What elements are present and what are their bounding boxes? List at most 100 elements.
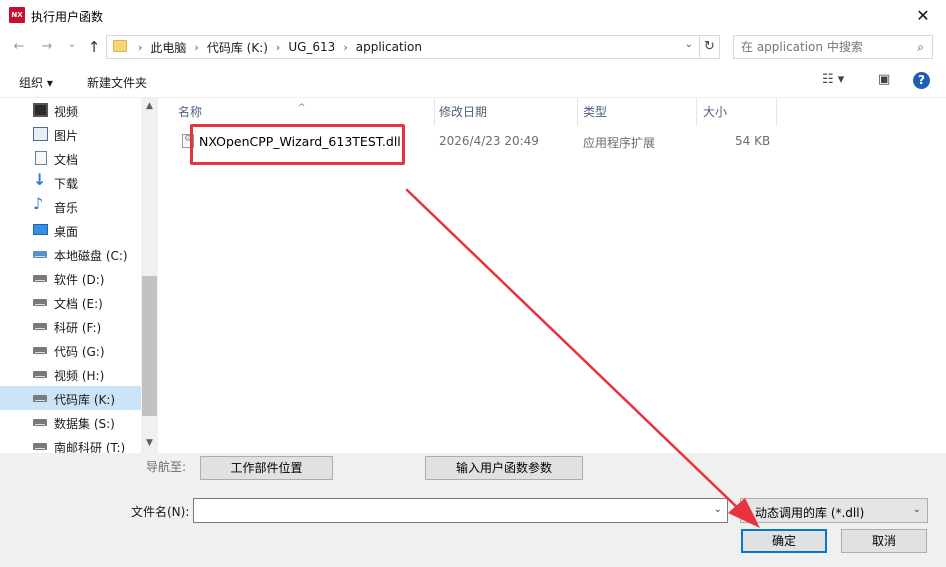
search-icon[interactable]: ⌕ <box>917 40 924 55</box>
column-header-type[interactable]: 类型 <box>563 98 697 126</box>
title-bar: NX 执行用户函数 ✕ <box>0 0 946 31</box>
cancel-button[interactable]: 取消 <box>841 529 927 553</box>
sidebar-item-label: 下载 <box>54 177 79 191</box>
sidebar-item-documents[interactable]: 文档 <box>0 146 141 170</box>
scrollbar-thumb[interactable] <box>142 276 157 416</box>
navigate-label: 导航至: <box>146 460 187 474</box>
drive-icon <box>33 419 47 426</box>
help-icon[interactable]: ? <box>913 72 930 89</box>
sidebar-item-desktop[interactable]: 桌面 <box>0 218 141 242</box>
search-input[interactable] <box>734 36 904 58</box>
sidebar-scrollbar[interactable]: ▲ ▼ <box>141 98 158 453</box>
sidebar-item-music[interactable]: ♪ 音乐 <box>0 194 141 218</box>
filename-input[interactable] <box>194 499 699 522</box>
user-function-params-button[interactable]: 输入用户函数参数 <box>425 456 583 480</box>
breadcrumb-separator-icon[interactable]: › <box>191 41 201 54</box>
sidebar-item-videos[interactable]: 视频 <box>0 98 141 122</box>
search-box[interactable]: ⌕ <box>733 35 933 59</box>
column-header-label: 名称 <box>178 105 203 119</box>
breadcrumb-separator-icon[interactable]: › <box>135 41 145 54</box>
ok-button[interactable]: 确定 <box>741 529 827 553</box>
drive-icon <box>33 299 47 306</box>
sidebar-item-label: 图片 <box>54 129 79 143</box>
scroll-down-icon[interactable]: ▼ <box>141 435 158 452</box>
toolbar: 组织 ▾ 新建文件夹 ☷ ▾ ▣ ? <box>0 66 946 98</box>
view-options-icon[interactable]: ☷ ▾ <box>822 72 844 87</box>
breadcrumb-separator-icon[interactable]: › <box>273 41 283 54</box>
sidebar-item-drive-g[interactable]: 代码 (G:) <box>0 338 141 362</box>
drive-icon <box>33 275 47 282</box>
sidebar-item-label: 软件 (D:) <box>54 273 105 287</box>
up-folder-icon[interactable]: ↑ <box>84 37 104 57</box>
sidebar-item-label: 视频 (H:) <box>54 369 105 383</box>
refresh-icon[interactable]: ↻ <box>700 35 720 59</box>
recent-locations-dropdown-icon[interactable]: ⌄ <box>62 34 82 54</box>
column-header-label: 类型 <box>583 105 608 119</box>
breadcrumb-this-pc[interactable]: 此电脑 <box>145 39 191 56</box>
column-header-modified[interactable]: 修改日期 <box>419 98 577 126</box>
column-header-name[interactable]: 名称 ^ <box>158 98 434 126</box>
preview-pane-icon[interactable]: ▣ <box>878 72 890 87</box>
documents-icon <box>35 151 47 165</box>
drive-icon <box>33 371 47 378</box>
sidebar-item-label: 代码库 (K:) <box>54 393 116 407</box>
desktop-icon <box>33 224 48 235</box>
back-arrow-icon[interactable]: ← <box>9 37 29 57</box>
sidebar-item-label: 文档 (E:) <box>54 297 103 311</box>
sidebar-item-drive-s[interactable]: 数据集 (S:) <box>0 410 141 434</box>
file-type: 应用程序扩展 <box>583 136 656 150</box>
column-header-label: 大小 <box>703 105 728 119</box>
dialog-footer: 导航至: 工作部件位置 输入用户函数参数 文件名(N): ⌄ 动态调用的库 (*… <box>0 453 946 567</box>
filename-field[interactable]: ⌄ <box>193 498 728 523</box>
file-size: 54 KB <box>735 134 771 148</box>
annotation-highlight-box <box>190 124 405 165</box>
sort-ascending-icon: ^ <box>298 103 306 113</box>
filename-label: 文件名(N): <box>131 505 190 519</box>
breadcrumb-separator-icon[interactable]: › <box>340 41 350 54</box>
music-icon: ♪ <box>33 194 44 213</box>
sidebar-item-drive-k[interactable]: 代码库 (K:) <box>0 386 141 410</box>
breadcrumb-ug613[interactable]: UG_613 <box>283 40 340 54</box>
navigation-pane: 视频 图片 文档 ↓ 下载 ♪ 音乐 桌面 本地磁盘 (C:) 软件 (D:) … <box>0 98 158 455</box>
address-dropdown-icon[interactable]: ⌄ <box>685 39 693 50</box>
work-part-location-button[interactable]: 工作部件位置 <box>200 456 333 480</box>
sidebar-item-drive-e[interactable]: 文档 (E:) <box>0 290 141 314</box>
pictures-icon <box>33 127 48 141</box>
sidebar-item-label: 桌面 <box>54 225 79 239</box>
breadcrumb-application[interactable]: application <box>351 40 427 54</box>
sidebar-item-label: 视频 <box>54 105 79 119</box>
drive-icon <box>33 395 47 402</box>
drive-icon <box>33 443 47 450</box>
sidebar-item-drive-f[interactable]: 科研 (F:) <box>0 314 141 338</box>
chevron-down-icon[interactable]: ⌄ <box>714 504 722 515</box>
sidebar-item-downloads[interactable]: ↓ 下载 <box>0 170 141 194</box>
chevron-down-icon[interactable]: ⌄ <box>913 504 921 515</box>
sidebar-item-label: 代码 (G:) <box>54 345 105 359</box>
video-icon <box>33 103 48 117</box>
sidebar-item-drive-d[interactable]: 软件 (D:) <box>0 266 141 290</box>
drive-icon <box>33 323 47 330</box>
sidebar-item-pictures[interactable]: 图片 <box>0 122 141 146</box>
sidebar-item-drive-h[interactable]: 视频 (H:) <box>0 362 141 386</box>
file-type-select[interactable]: 动态调用的库 (*.dll) ⌄ <box>740 498 928 523</box>
column-header-label: 修改日期 <box>439 105 488 119</box>
address-bar[interactable]: › 此电脑 › 代码库 (K:) › UG_613 › application … <box>106 35 700 59</box>
sidebar-item-label: 科研 (F:) <box>54 321 102 335</box>
sidebar-item-label: 文档 <box>54 153 79 167</box>
breadcrumb-drive-k[interactable]: 代码库 (K:) <box>202 39 273 56</box>
organize-menu[interactable]: 组织 ▾ <box>19 74 53 91</box>
file-modified: 2026/4/23 20:49 <box>439 134 539 148</box>
nx-app-icon: NX <box>9 7 25 23</box>
folder-icon <box>113 40 127 52</box>
column-header-size[interactable]: 大小 <box>683 98 777 126</box>
sidebar-item-drive-c[interactable]: 本地磁盘 (C:) <box>0 242 141 266</box>
forward-arrow-icon[interactable]: → <box>37 37 57 57</box>
breadcrumb: › 此电脑 › 代码库 (K:) › UG_613 › application <box>135 36 427 58</box>
address-row: ← → ⌄ ↑ › 此电脑 › 代码库 (K:) › UG_613 › appl… <box>0 33 946 61</box>
window-title: 执行用户函数 <box>31 10 104 24</box>
column-divider[interactable] <box>776 98 777 126</box>
scroll-up-icon[interactable]: ▲ <box>141 98 158 115</box>
close-button[interactable]: ✕ <box>900 0 946 31</box>
new-folder-button[interactable]: 新建文件夹 <box>87 74 147 91</box>
sidebar-item-label: 数据集 (S:) <box>54 417 115 431</box>
